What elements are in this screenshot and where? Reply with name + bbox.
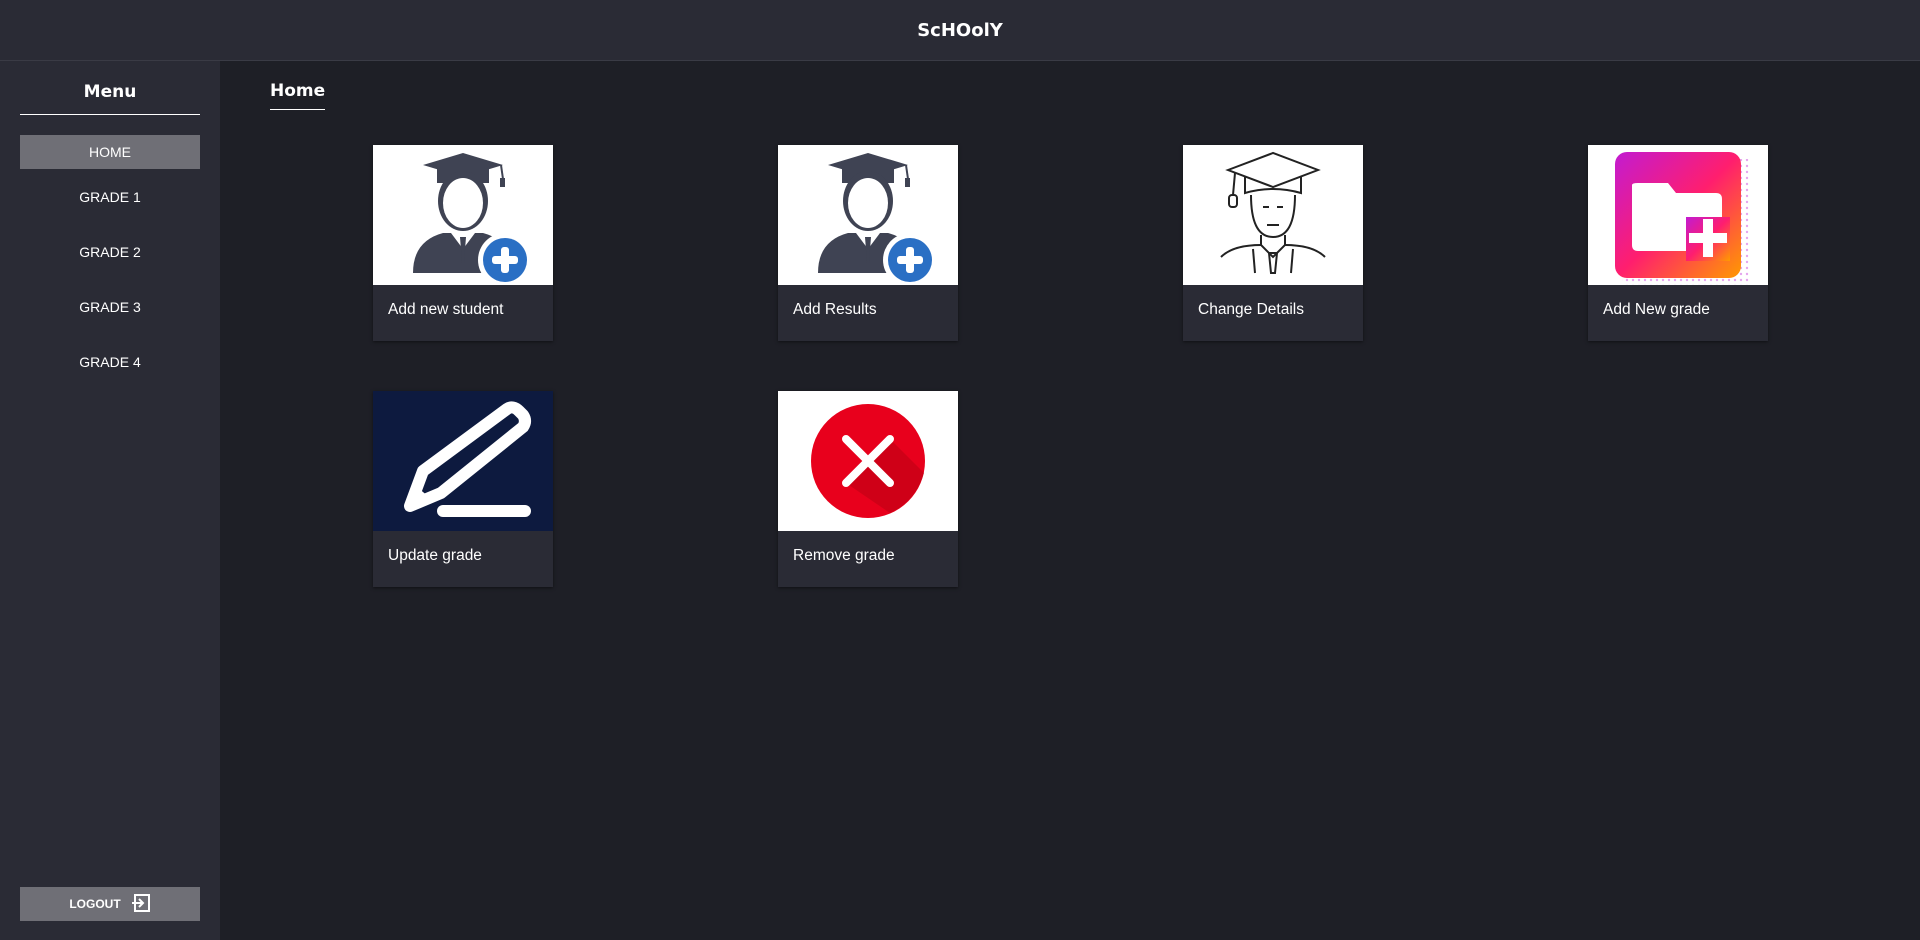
graduate-icon bbox=[1183, 145, 1363, 285]
sidebar: Menu HOME GRADE 1 GRADE 2 GRADE 3 GRADE … bbox=[0, 61, 220, 940]
logout-icon bbox=[131, 893, 151, 916]
sidebar-item-grade-2[interactable]: GRADE 2 bbox=[20, 235, 200, 269]
sidebar-item-grade-1[interactable]: GRADE 1 bbox=[20, 180, 200, 214]
remove-icon bbox=[778, 391, 958, 531]
app-title: ScHOolY bbox=[917, 19, 1003, 41]
card-label: Add new student bbox=[388, 301, 504, 318]
add-new-grade-card[interactable]: Add New grade bbox=[1588, 145, 1768, 341]
student-add-icon bbox=[778, 145, 958, 285]
logout-label: LOGOUT bbox=[69, 897, 121, 911]
add-results-card[interactable]: Add Results bbox=[778, 145, 958, 341]
card-label: Change Details bbox=[1198, 301, 1304, 318]
card-label: Remove grade bbox=[793, 547, 895, 564]
card-label: Add New grade bbox=[1603, 301, 1710, 318]
sidebar-item-grade-3[interactable]: GRADE 3 bbox=[20, 290, 200, 324]
top-bar: ScHOolY bbox=[0, 0, 1920, 61]
remove-grade-card[interactable]: Remove grade bbox=[778, 391, 958, 587]
sidebar-item-grade-4[interactable]: GRADE 4 bbox=[20, 345, 200, 379]
add-new-student-card[interactable]: Add new student bbox=[373, 145, 553, 341]
folder-add-icon bbox=[1588, 145, 1768, 285]
menu-title: Menu bbox=[20, 80, 200, 115]
student-add-icon bbox=[373, 145, 553, 285]
update-grade-card[interactable]: Update grade bbox=[373, 391, 553, 587]
page-title: Home bbox=[270, 81, 326, 110]
logout-button[interactable]: LOGOUT bbox=[20, 887, 200, 921]
card-label: Update grade bbox=[388, 547, 482, 564]
change-details-card[interactable]: Change Details bbox=[1183, 145, 1363, 341]
sidebar-item-home[interactable]: HOME bbox=[20, 135, 200, 169]
pencil-icon bbox=[373, 391, 553, 531]
card-label: Add Results bbox=[793, 301, 877, 318]
